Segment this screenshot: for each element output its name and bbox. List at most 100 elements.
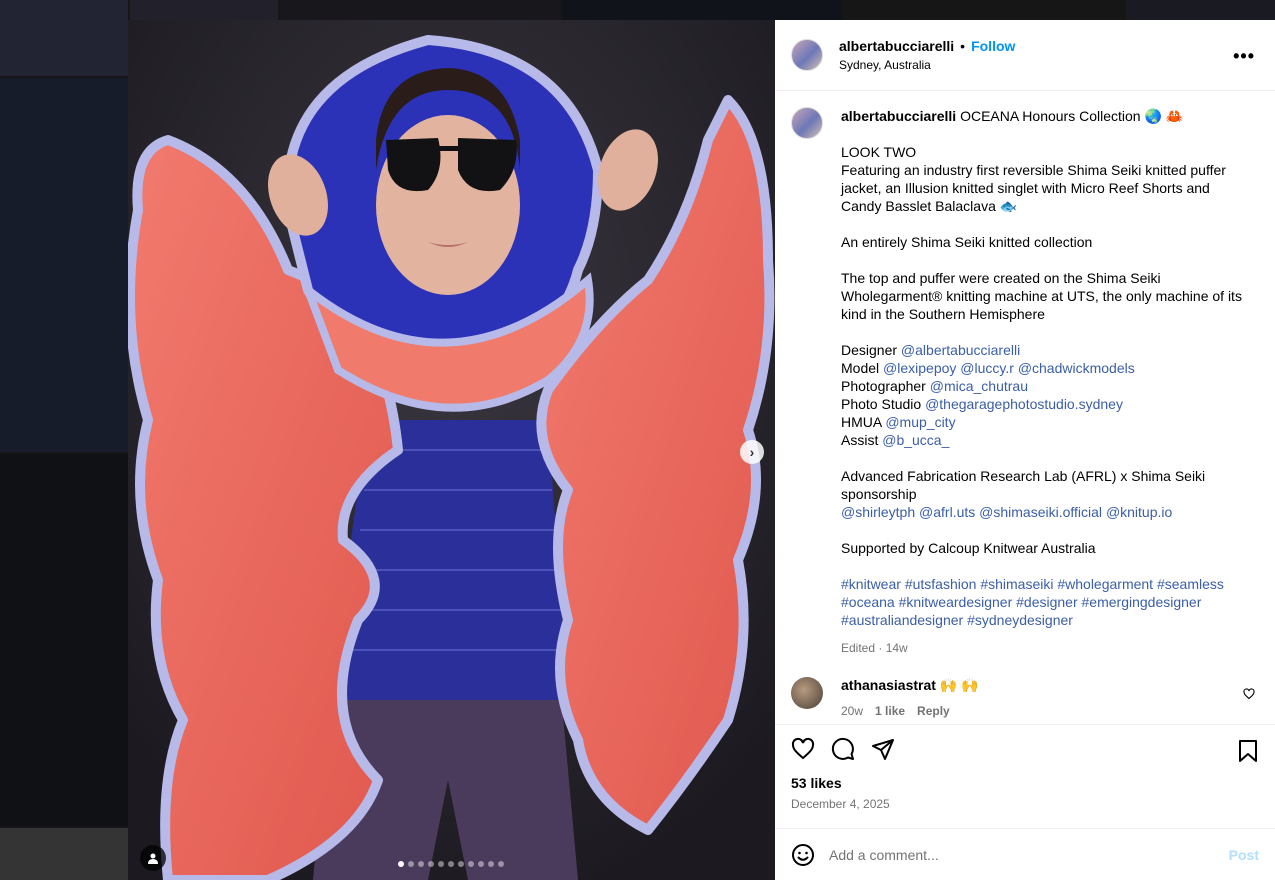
comment-text: 🙌 🙌 xyxy=(939,677,979,693)
hashtag-link[interactable]: #utsfashion xyxy=(905,576,977,592)
mention-link[interactable]: @mup_city xyxy=(885,414,955,430)
caption-afrl-tags: @shirleytph @afrl.uts @shimaseiki.offici… xyxy=(841,503,1251,521)
comments-section[interactable]: albertabucciarelli OCEANA Honours Collec… xyxy=(775,91,1275,724)
chevron-right-icon: › xyxy=(749,444,755,460)
carousel-dot xyxy=(488,861,494,867)
carousel-dot xyxy=(458,861,464,867)
post-location[interactable]: Sydney, Australia xyxy=(839,58,1015,72)
caption-credits: Designer @albertabucciarelli Model @lexip… xyxy=(841,341,1251,449)
carousel-dot xyxy=(408,861,414,867)
hashtag-link[interactable]: #seamless xyxy=(1157,576,1224,592)
caption-hashtags: #knitwear #utsfashion #shimaseiki #whole… xyxy=(841,575,1251,629)
caption-avatar[interactable] xyxy=(791,107,823,139)
mention-link[interactable]: @thegaragephotostudio.sydney xyxy=(925,396,1123,412)
caption-look: LOOK TWO xyxy=(841,144,917,160)
carousel-dot xyxy=(428,861,434,867)
bookmark-icon xyxy=(1239,740,1257,762)
comment-input[interactable] xyxy=(829,846,1229,863)
carousel-dots xyxy=(398,861,504,867)
credit-line: Designer @albertabucciarelli xyxy=(841,341,1251,359)
commenter-username[interactable]: athanasiastrat xyxy=(841,677,936,693)
post-modal: › albertabucciarelli • Follow Sydney, Au… xyxy=(128,20,1275,880)
mention-link[interactable]: @luccy.r xyxy=(960,360,1014,376)
hashtag-link[interactable]: #knitwear xyxy=(841,576,901,592)
author-avatar[interactable] xyxy=(791,39,823,71)
mention-link[interactable]: @albertabucciarelli xyxy=(901,342,1020,358)
hashtag-link[interactable]: #sydneydesigner xyxy=(967,612,1073,628)
like-button[interactable] xyxy=(791,737,815,761)
mention-link[interactable]: @lexipepoy xyxy=(883,360,956,376)
comment-item: athanasiastrat 🙌 🙌 20w 1 like Reply xyxy=(791,677,1259,718)
hashtag-link[interactable]: #australiandesigner xyxy=(841,612,963,628)
hashtag-link[interactable]: #knitweardesigner xyxy=(899,594,1013,610)
mention-link[interactable]: @mica_chutrau xyxy=(930,378,1028,394)
post-media[interactable]: › xyxy=(128,20,775,880)
more-options-icon[interactable]: ••• xyxy=(1233,46,1255,67)
caption-top: The top and puffer were created on the S… xyxy=(841,270,1242,322)
comment-reply-button[interactable]: Reply xyxy=(917,704,950,718)
post-date[interactable]: December 4, 2025 xyxy=(791,797,1259,811)
post-actions: 53 likes December 4, 2025 xyxy=(775,724,1275,828)
caption-username[interactable]: albertabucciarelli xyxy=(841,108,956,124)
mention-link[interactable]: @shirleytph xyxy=(841,504,915,520)
carousel-dot xyxy=(398,861,404,867)
comment-button[interactable] xyxy=(831,737,855,761)
credit-role: Model xyxy=(841,360,880,376)
hashtag-link[interactable]: #shimaseiki xyxy=(980,576,1053,592)
comment-icon xyxy=(831,737,854,760)
share-icon xyxy=(872,739,894,760)
save-button[interactable] xyxy=(1237,739,1259,768)
credit-role: Assist xyxy=(841,432,879,448)
share-button[interactable] xyxy=(871,737,895,761)
comment-like-button[interactable] xyxy=(1243,687,1255,705)
caption-description: Featuring an industry first reversible S… xyxy=(841,162,1226,214)
follow-button[interactable]: Follow xyxy=(971,38,1015,54)
hashtag-link[interactable]: #emergingdesigner xyxy=(1082,594,1202,610)
emoji-icon xyxy=(792,843,814,866)
mention-link[interactable]: @shimaseiki.official xyxy=(979,504,1102,520)
likes-count[interactable]: 53 likes xyxy=(791,775,1259,791)
credit-line: Model @lexipepoy @luccy.r @chadwickmodel… xyxy=(841,359,1251,377)
carousel-dot xyxy=(468,861,474,867)
caption-edited: Edited · 14w xyxy=(841,641,908,655)
tagged-users-button[interactable] xyxy=(140,845,166,871)
heart-icon xyxy=(791,737,815,760)
emoji-button[interactable] xyxy=(791,843,815,867)
post-caption: albertabucciarelli OCEANA Honours Collec… xyxy=(791,107,1259,657)
caption-supported: Supported by Calcoup Knitwear Australia xyxy=(841,540,1096,556)
separator-dot: • xyxy=(960,38,966,54)
author-username[interactable]: albertabucciarelli xyxy=(839,38,954,54)
add-comment-bar: Post xyxy=(775,828,1275,880)
credit-line: HMUA @mup_city xyxy=(841,413,1251,431)
mention-link[interactable]: @knitup.io xyxy=(1106,504,1172,520)
credit-role: Designer xyxy=(841,342,898,358)
credit-role: Photo Studio xyxy=(841,396,922,412)
credit-role: HMUA xyxy=(841,414,882,430)
carousel-dot xyxy=(418,861,424,867)
carousel-dot xyxy=(498,861,504,867)
caption-entirely: An entirely Shima Seiki knitted collecti… xyxy=(841,234,1093,250)
next-slide-button[interactable]: › xyxy=(740,440,764,464)
user-icon xyxy=(148,853,158,864)
credit-line: Photo Studio @thegaragephotostudio.sydne… xyxy=(841,395,1251,413)
commenter-avatar[interactable] xyxy=(791,677,823,709)
caption-afrl: Advanced Fabrication Research Lab (AFRL)… xyxy=(841,468,1206,502)
hashtag-link[interactable]: #oceana xyxy=(841,594,895,610)
hashtag-link[interactable]: #designer xyxy=(1016,594,1078,610)
carousel-dot xyxy=(448,861,454,867)
credit-role: Photographer xyxy=(841,378,926,394)
carousel-dot xyxy=(438,861,444,867)
mention-link[interactable]: @b_ucca_ xyxy=(882,432,949,448)
post-details-panel: albertabucciarelli • Follow Sydney, Aust… xyxy=(775,20,1275,880)
comment-likes[interactable]: 1 like xyxy=(875,704,905,718)
carousel-dot xyxy=(478,861,484,867)
heart-icon xyxy=(1243,688,1255,700)
caption-title: OCEANA Honours Collection 🌏 🦀 xyxy=(960,108,1184,124)
hashtag-link[interactable]: #wholegarment xyxy=(1057,576,1153,592)
comment-age[interactable]: 20w xyxy=(841,704,863,718)
mention-link[interactable]: @afrl.uts xyxy=(919,504,975,520)
credit-line: Photographer @mica_chutrau xyxy=(841,377,1251,395)
post-comment-button[interactable]: Post xyxy=(1229,847,1259,863)
post-photo xyxy=(128,20,775,880)
mention-link[interactable]: @chadwickmodels xyxy=(1018,360,1135,376)
